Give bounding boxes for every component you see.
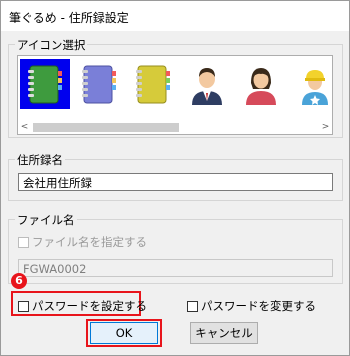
ok-button[interactable]: OK: [90, 322, 158, 344]
change-password-label: パスワードを変更する: [201, 299, 316, 313]
icon-option-blue-notebook[interactable]: [74, 59, 124, 109]
file-name-input[interactable]: FGWA0002: [18, 259, 333, 277]
scroll-thumb[interactable]: [33, 123, 179, 132]
set-password-checkbox[interactable]: [18, 300, 29, 312]
set-password-checkbox-row[interactable]: パスワードを設定する: [18, 298, 147, 314]
file-name-label: ファイル名: [15, 212, 77, 228]
icon-option-worker[interactable]: [290, 59, 330, 109]
dialog-window: 筆ぐるめ - 住所録設定 アイコン選択 < > 住所録名 会社用住所録 ファイル…: [0, 0, 350, 356]
cancel-button[interactable]: キャンセル: [190, 322, 258, 344]
scroll-left-button[interactable]: <: [18, 121, 31, 134]
icon-option-green-notebook[interactable]: [20, 59, 70, 109]
man-avatar-icon: [192, 68, 222, 105]
icon-select-label: アイコン選択: [15, 37, 88, 53]
set-password-label: パスワードを設定する: [32, 299, 147, 313]
change-password-checkbox[interactable]: [187, 300, 198, 312]
specify-filename-label: ファイル名を指定する: [32, 235, 147, 249]
green-notebook-icon: [28, 65, 62, 104]
specify-filename-checkbox-row[interactable]: ファイル名を指定する: [18, 234, 147, 250]
blue-notebook-icon: [82, 65, 116, 104]
woman-avatar-icon: [246, 68, 276, 105]
icon-option-yellow-notebook[interactable]: [128, 59, 178, 109]
worker-avatar-icon: [302, 70, 328, 105]
yellow-notebook-icon: [136, 65, 170, 104]
address-book-name-input[interactable]: 会社用住所録: [18, 173, 333, 191]
icon-select-group: アイコン選択 < >: [8, 37, 343, 138]
icon-option-man[interactable]: [182, 59, 232, 109]
title-bar: 筆ぐるめ - 住所録設定: [1, 1, 349, 31]
window-title: 筆ぐるめ - 住所録設定: [9, 11, 129, 25]
file-name-group: ファイル名 ファイル名を指定する FGWA0002: [8, 212, 343, 284]
address-book-name-label: 住所録名: [15, 152, 65, 168]
scroll-right-button[interactable]: >: [319, 121, 332, 134]
icon-option-woman[interactable]: [236, 59, 286, 109]
icon-list-scrollbar[interactable]: < >: [17, 121, 333, 135]
step-number-badge: 6: [11, 273, 27, 289]
icon-list[interactable]: [17, 55, 333, 123]
specify-filename-checkbox[interactable]: [18, 236, 29, 248]
address-book-name-group: 住所録名 会社用住所録: [8, 152, 343, 201]
change-password-checkbox-row[interactable]: パスワードを変更する: [187, 298, 316, 314]
